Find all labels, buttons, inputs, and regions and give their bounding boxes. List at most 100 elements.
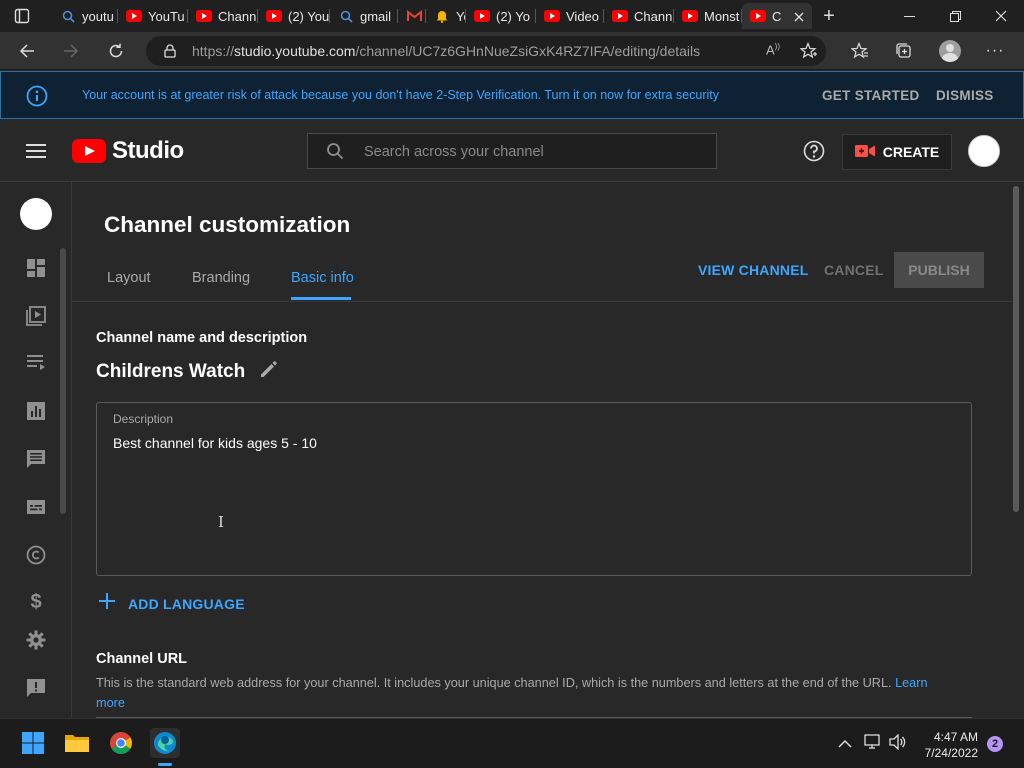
browser-tab[interactable]: Video bbox=[536, 3, 604, 29]
tab-actions-icon[interactable] bbox=[14, 8, 30, 24]
new-tab-button[interactable]: + bbox=[818, 6, 840, 26]
close-window-button[interactable] bbox=[978, 0, 1024, 32]
browser-toolbar: https://studio.youtube.com/channel/UC7z6… bbox=[0, 32, 1024, 70]
forward-button[interactable] bbox=[56, 36, 86, 66]
search-input[interactable]: Search across your channel bbox=[307, 133, 717, 169]
get-started-button[interactable]: GET STARTED bbox=[822, 88, 920, 103]
feedback-icon[interactable] bbox=[24, 676, 48, 700]
description-label: Description bbox=[113, 412, 174, 426]
add-favorite-icon[interactable] bbox=[799, 41, 818, 63]
analytics-icon[interactable] bbox=[24, 399, 48, 423]
more-menu-icon[interactable]: ··· bbox=[980, 36, 1010, 66]
browser-tab[interactable]: YouTu bbox=[118, 3, 188, 29]
video-camera-icon bbox=[854, 144, 875, 161]
restore-button[interactable] bbox=[932, 0, 978, 32]
bell-icon bbox=[434, 8, 450, 24]
file-explorer-icon[interactable] bbox=[62, 728, 92, 758]
copyright-icon[interactable] bbox=[24, 543, 48, 567]
volume-icon[interactable] bbox=[889, 733, 907, 755]
content-icon[interactable] bbox=[24, 304, 48, 328]
tab-branding[interactable]: Branding bbox=[192, 270, 250, 286]
browser-tab-label: C bbox=[772, 8, 782, 24]
subtitles-icon[interactable] bbox=[24, 495, 48, 519]
help-icon[interactable] bbox=[803, 140, 825, 167]
profile-icon[interactable] bbox=[935, 36, 965, 66]
view-channel-button[interactable]: VIEW CHANNEL bbox=[698, 262, 809, 278]
comments-icon[interactable] bbox=[24, 447, 48, 471]
browser-tab[interactable] bbox=[398, 3, 426, 29]
clock[interactable]: 4:47 AM 7/24/2022 bbox=[916, 729, 978, 761]
edge-icon[interactable] bbox=[150, 728, 180, 758]
description-field[interactable]: Description Best channel for kids ages 5… bbox=[96, 402, 972, 576]
browser-tab[interactable]: Yo bbox=[426, 3, 466, 29]
notification-badge[interactable]: 2 bbox=[987, 736, 1003, 752]
browser-tab-label: YouTu bbox=[148, 8, 185, 24]
youtube-logo-icon bbox=[72, 139, 106, 163]
browser-tab-label: (2) You bbox=[288, 8, 330, 24]
publish-button[interactable]: PUBLISH bbox=[894, 252, 984, 288]
favorites-icon[interactable] bbox=[845, 36, 875, 66]
section-title: Channel name and description bbox=[96, 330, 308, 346]
tab-divider bbox=[72, 301, 1012, 302]
channel-name: Childrens Watch bbox=[96, 359, 279, 384]
windows-start-icon[interactable] bbox=[18, 728, 48, 758]
browser-tab-label: Monst bbox=[704, 8, 740, 24]
browser-tab[interactable]: C bbox=[742, 3, 812, 29]
search-icon bbox=[60, 8, 76, 24]
edit-pencil-icon[interactable] bbox=[259, 359, 279, 384]
network-icon[interactable] bbox=[864, 734, 882, 755]
plus-icon bbox=[98, 592, 116, 615]
playlists-icon[interactable] bbox=[24, 350, 48, 374]
browser-tab-label: gmail bbox=[360, 8, 392, 24]
search-placeholder: Search across your channel bbox=[364, 144, 544, 160]
browser-tab[interactable]: gmail bbox=[330, 3, 398, 29]
refresh-button[interactable] bbox=[101, 36, 131, 66]
browser-tab[interactable]: youtu bbox=[52, 3, 118, 29]
close-tab-icon[interactable] bbox=[794, 10, 804, 25]
add-language-label: ADD LANGUAGE bbox=[128, 595, 245, 612]
youtube-icon bbox=[612, 8, 628, 24]
dashboard-icon[interactable] bbox=[24, 256, 48, 280]
channel-avatar[interactable] bbox=[20, 198, 52, 230]
studio-logo[interactable]: Studio bbox=[72, 137, 184, 165]
monetization-icon[interactable]: $ bbox=[24, 590, 48, 614]
left-nav-rail: $ bbox=[0, 182, 72, 718]
channel-name-text: Childrens Watch bbox=[96, 360, 246, 382]
youtube-icon bbox=[474, 8, 490, 24]
channel-url-title: Channel URL bbox=[96, 651, 188, 667]
chrome-icon[interactable] bbox=[106, 728, 136, 758]
page-scrollbar-thumb[interactable] bbox=[1013, 186, 1019, 512]
create-button[interactable]: CREATE bbox=[842, 134, 952, 170]
browser-tab-label: youtu bbox=[82, 8, 114, 24]
tab-layout[interactable]: Layout bbox=[107, 270, 151, 286]
active-tab-indicator bbox=[291, 297, 351, 300]
lock-icon[interactable] bbox=[164, 44, 176, 61]
address-bar[interactable]: https://studio.youtube.com/channel/UC7z6… bbox=[146, 36, 826, 66]
browser-tab[interactable]: Monst bbox=[674, 3, 742, 29]
hamburger-menu-icon[interactable] bbox=[26, 143, 46, 164]
browser-tab[interactable]: (2) Yo bbox=[466, 3, 536, 29]
minimize-button[interactable] bbox=[886, 0, 932, 32]
banner-message[interactable]: Your account is at greater risk of attac… bbox=[82, 88, 719, 102]
settings-icon[interactable] bbox=[24, 628, 48, 652]
browser-tab[interactable]: (2) You bbox=[258, 3, 330, 29]
account-avatar[interactable] bbox=[968, 135, 1000, 167]
read-aloud-icon[interactable]: A)) bbox=[766, 42, 780, 57]
browser-tab-label: (2) Yo bbox=[496, 8, 530, 24]
browser-tab[interactable]: Chann bbox=[604, 3, 674, 29]
description-value[interactable]: Best channel for kids ages 5 - 10 bbox=[113, 435, 317, 451]
back-button[interactable] bbox=[12, 36, 42, 66]
search-icon bbox=[338, 8, 354, 24]
browser-tab[interactable]: Chann bbox=[188, 3, 258, 29]
tab-basic-info[interactable]: Basic info bbox=[291, 270, 354, 286]
add-language-button[interactable]: ADD LANGUAGE bbox=[98, 592, 245, 615]
chevron-up-icon[interactable] bbox=[838, 736, 852, 754]
active-app-indicator bbox=[158, 763, 172, 766]
taskbar: 4:47 AM 7/24/2022 2 bbox=[0, 718, 1024, 768]
dismiss-button[interactable]: DISMISS bbox=[936, 88, 994, 103]
studio-header: Studio Search across your channel CREATE bbox=[0, 120, 1024, 182]
collections-icon[interactable] bbox=[889, 36, 919, 66]
url-prefix: https:// bbox=[192, 43, 235, 59]
rail-scrollbar[interactable] bbox=[60, 248, 66, 514]
cancel-button[interactable]: CANCEL bbox=[824, 262, 884, 278]
